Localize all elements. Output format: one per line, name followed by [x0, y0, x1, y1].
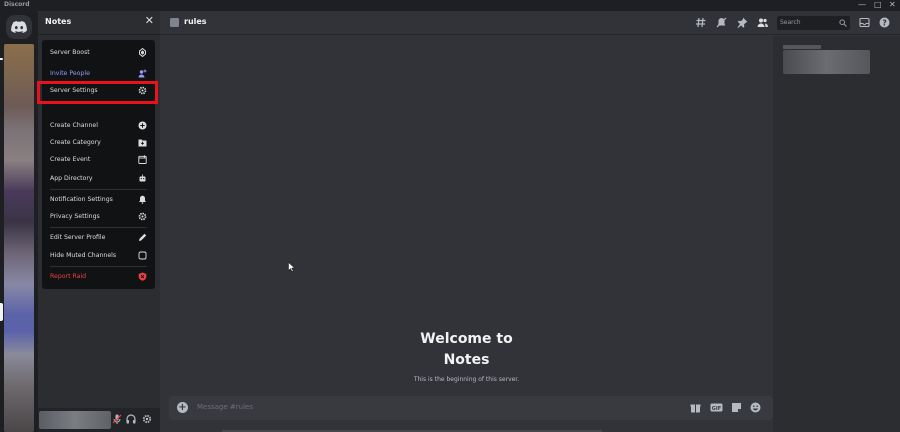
- members-icon[interactable]: [757, 17, 768, 28]
- user-settings-gear-icon[interactable]: [142, 414, 152, 424]
- server-list-blurred[interactable]: [4, 44, 34, 432]
- help-icon[interactable]: ?: [879, 17, 890, 28]
- channel-name: rules: [184, 17, 207, 26]
- menu-item-label: Invite People: [50, 70, 90, 77]
- svg-text:?: ?: [882, 18, 886, 27]
- menu-item-create-event[interactable]: Create Event: [46, 151, 151, 168]
- shield-icon: [138, 212, 147, 221]
- menu-item-label: App Directory: [50, 175, 93, 182]
- user-panel: [38, 408, 160, 432]
- emoji-icon[interactable]: [750, 402, 761, 413]
- server-pip: [0, 58, 3, 60]
- pencil-icon: [139, 233, 147, 241]
- microphone-icon[interactable]: [112, 414, 122, 424]
- headphones-icon[interactable]: [126, 414, 136, 424]
- bell-icon: [139, 195, 146, 204]
- message-composer[interactable]: + Message #rules GIF: [169, 396, 773, 420]
- menu-item-label: Notification Settings: [50, 196, 113, 203]
- menu-item-invite-people[interactable]: Invite People: [46, 65, 151, 82]
- rules-channel-icon: [170, 18, 179, 27]
- message-input[interactable]: Message #rules: [197, 403, 253, 411]
- notification-mute-icon[interactable]: [716, 17, 727, 28]
- server-name: Notes: [45, 17, 72, 26]
- menu-item-privacy-settings[interactable]: Privacy Settings: [46, 208, 151, 225]
- window-title: Discord: [4, 1, 30, 8]
- threads-icon[interactable]: [696, 17, 707, 28]
- pin-icon[interactable]: [737, 17, 748, 28]
- folder-plus-icon: [138, 139, 147, 147]
- menu-separator: [50, 266, 147, 267]
- menu-item-create-category[interactable]: Create Category: [46, 134, 151, 151]
- welcome-subtitle: This is the beginning of this server.: [413, 376, 520, 383]
- server-settings-highlight-box: [37, 81, 158, 104]
- menu-item-report-raid[interactable]: Report Raid: [46, 268, 151, 285]
- welcome-line-1: Welcome to: [420, 331, 513, 347]
- server-pip-selected: [0, 303, 3, 321]
- menu-item-create-channel[interactable]: Create Channel: [46, 117, 151, 134]
- server-dropdown-menu: Server Boost Invite People Server Settin…: [42, 40, 155, 289]
- robot-icon: [139, 174, 146, 182]
- chat-area: [160, 36, 773, 432]
- member-group-header-blurred: [783, 45, 821, 49]
- menu-item-hide-muted-channels[interactable]: Hide Muted Channels: [46, 247, 151, 264]
- server-header[interactable]: Notes ✕: [38, 11, 160, 35]
- search-icon: [839, 19, 847, 27]
- menu-item-label: Create Category: [50, 139, 101, 146]
- maximize-button[interactable]: □: [874, 0, 882, 10]
- menu-item-label: Server Boost: [50, 49, 90, 56]
- calendar-plus-icon: [138, 155, 147, 164]
- plus-circle-icon: [138, 121, 147, 130]
- main-area: rules Search ? Welcome to Notes This is …: [160, 11, 900, 432]
- close-menu-icon[interactable]: ✕: [145, 15, 154, 27]
- menu-separator: [50, 227, 147, 228]
- checkbox-icon: [138, 251, 147, 260]
- channel-header: rules Search ?: [160, 11, 900, 35]
- minimize-button[interactable]: —: [858, 0, 866, 10]
- menu-separator: [50, 189, 147, 190]
- menu-item-label: Create Event: [50, 156, 91, 163]
- mouse-cursor-icon: [288, 262, 295, 272]
- menu-item-edit-server-profile[interactable]: Edit Server Profile: [46, 229, 151, 246]
- report-shield-icon: [138, 272, 147, 281]
- member-item-blurred[interactable]: [783, 50, 870, 74]
- home-button[interactable]: [6, 15, 32, 39]
- add-user-icon: [138, 69, 147, 78]
- svg-text:GIF: GIF: [712, 406, 721, 412]
- menu-item-app-directory[interactable]: App Directory: [46, 170, 151, 187]
- search-placeholder: Search: [780, 19, 801, 26]
- menu-item-label: Create Channel: [50, 122, 98, 129]
- menu-item-label: Privacy Settings: [50, 213, 100, 220]
- gif-icon[interactable]: GIF: [710, 402, 723, 413]
- menu-item-label: Hide Muted Channels: [50, 252, 117, 259]
- search-input[interactable]: Search: [777, 16, 850, 30]
- welcome-heading: Welcome to Notes: [160, 329, 773, 371]
- inbox-icon[interactable]: [859, 17, 870, 28]
- server-rail: [0, 11, 38, 432]
- close-window-button[interactable]: ✕: [889, 0, 896, 10]
- menu-item-notification-settings[interactable]: Notification Settings: [46, 191, 151, 208]
- user-info-blurred[interactable]: [39, 411, 111, 429]
- gift-icon[interactable]: [690, 402, 701, 413]
- add-attachment-button[interactable]: +: [177, 402, 188, 413]
- member-list: [773, 36, 900, 432]
- welcome-line-2: Notes: [443, 352, 490, 368]
- sticker-icon[interactable]: [731, 402, 742, 413]
- discord-logo-icon: [11, 21, 27, 33]
- menu-item-label: Edit Server Profile: [50, 234, 106, 241]
- menu-item-server-boost[interactable]: Server Boost: [46, 44, 151, 61]
- boost-icon: [139, 48, 146, 57]
- menu-item-label: Report Raid: [50, 273, 87, 280]
- window-titlebar: Discord — □ ✕: [0, 0, 900, 11]
